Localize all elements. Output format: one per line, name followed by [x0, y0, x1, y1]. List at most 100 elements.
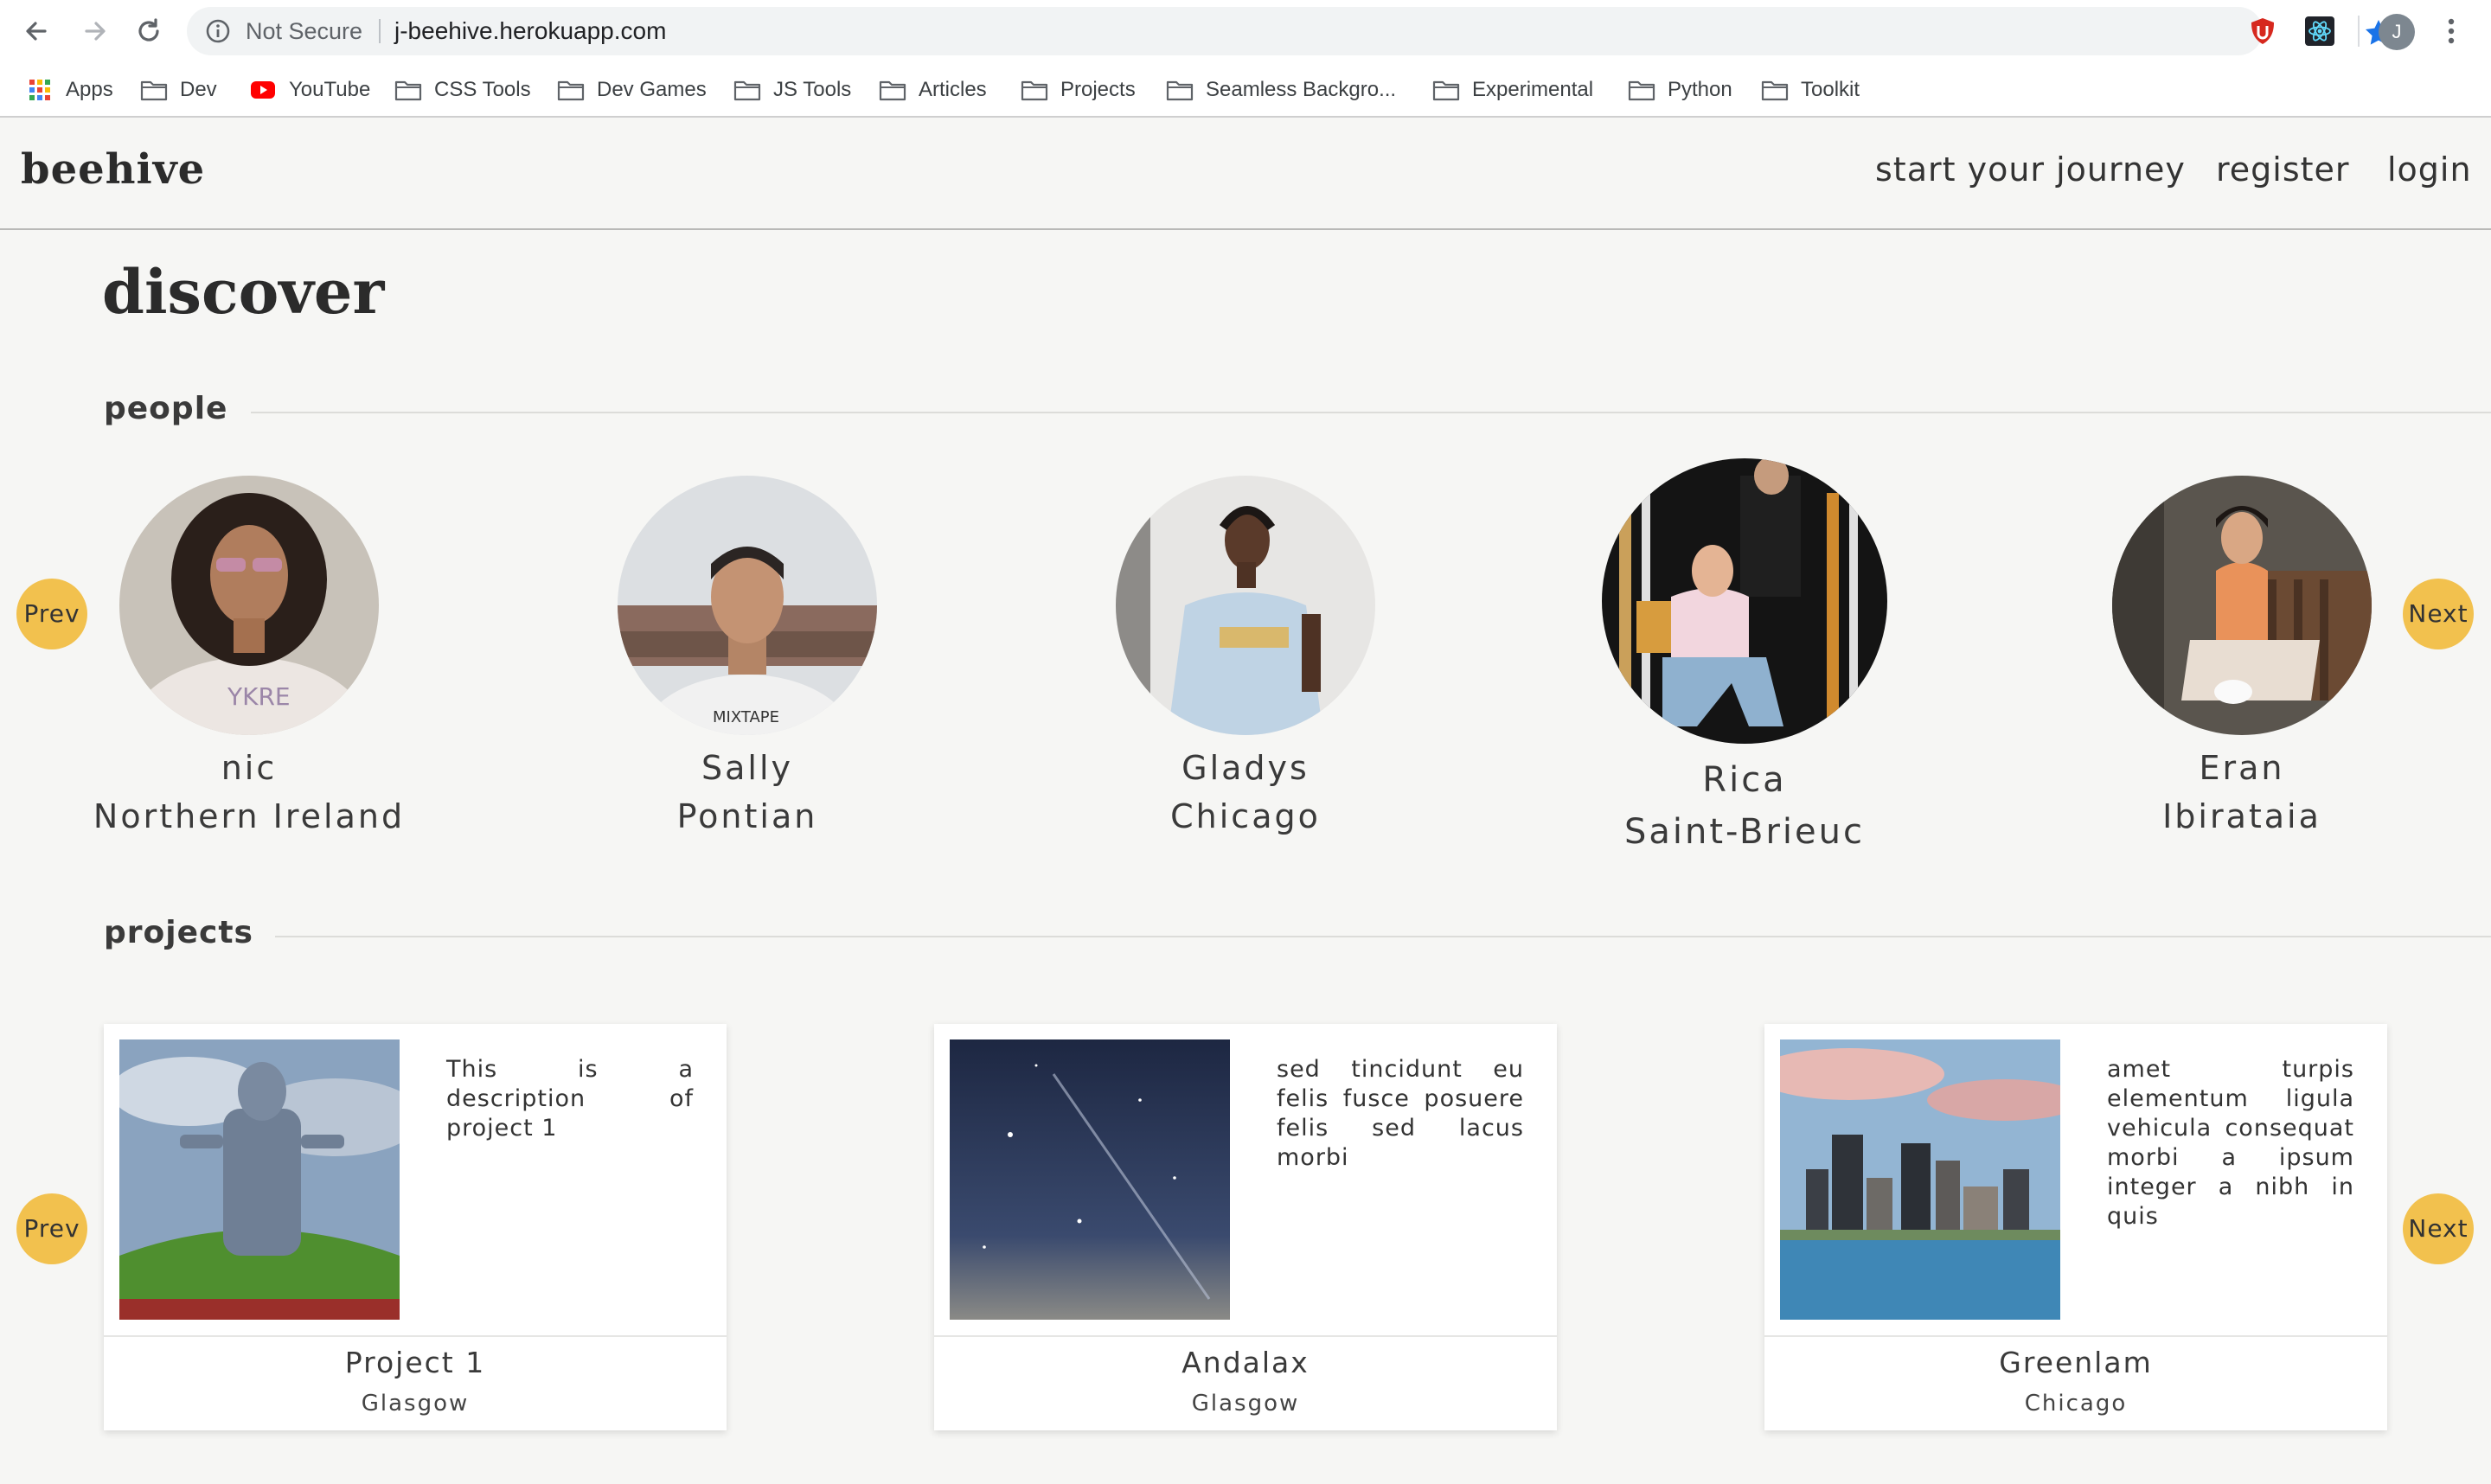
project-card[interactable]: sed tincidunt eu felis fusce posuere fel… — [934, 1024, 1557, 1430]
person-avatar[interactable] — [2112, 476, 2372, 735]
person-card[interactable]: YKRE nic Northern Ireland — [93, 476, 402, 865]
browser-toolbar: Not Secure j-beehive.herokuapp.com J — [0, 0, 2491, 62]
browser-chrome: Not Secure j-beehive.herokuapp.com J App… — [0, 0, 2491, 118]
bookmark-item[interactable]: Apps — [26, 66, 113, 114]
project-image[interactable] — [119, 1039, 400, 1320]
forward-button[interactable] — [78, 14, 112, 48]
bookmark-label: JS Tools — [773, 78, 852, 101]
site-logo[interactable]: beehive — [21, 145, 205, 194]
folder-icon — [879, 80, 906, 101]
person-name: nic — [221, 749, 278, 787]
folder-icon — [1166, 80, 1194, 101]
bookmark-label: CSS Tools — [434, 78, 531, 101]
person-card[interactable]: Rica Saint-Brieuc — [1602, 458, 1887, 865]
site-header: beehive start your journey register logi… — [0, 119, 2491, 230]
bookmark-label: Python — [1668, 78, 1732, 101]
person-name: Gladys — [1181, 749, 1310, 787]
people-next-button[interactable]: Next — [2403, 579, 2474, 649]
person-photo — [1116, 476, 1375, 735]
card-divider — [934, 1335, 1557, 1337]
person-photo: YKRE — [119, 476, 379, 735]
project-description: amet turpis elementum ligula vehicula co… — [2107, 1056, 2354, 1230]
page-title: discover — [102, 256, 385, 328]
folder-icon — [1761, 80, 1789, 101]
person-card[interactable]: MIXTAPE Sally Pontian — [618, 476, 877, 865]
project-image[interactable] — [1780, 1039, 2060, 1320]
project-name[interactable]: Project 1 — [104, 1346, 727, 1379]
person-location: Pontian — [676, 797, 818, 835]
bookmark-item[interactable]: Seamless Backgro... — [1166, 66, 1396, 114]
person-card[interactable]: Eran Ibirataia — [2112, 476, 2372, 865]
svg-text:MIXTAPE: MIXTAPE — [713, 708, 779, 726]
toolbar-separator — [2358, 16, 2360, 47]
person-name: Eran — [2199, 749, 2285, 787]
person-photo: MIXTAPE — [618, 476, 877, 735]
project-location: Glasgow — [1191, 1391, 1300, 1417]
person-avatar[interactable] — [1602, 458, 1887, 744]
statue-photo — [119, 1039, 400, 1320]
folder-icon — [557, 80, 585, 101]
bookmark-label: Dev — [180, 78, 217, 101]
person-avatar[interactable]: YKRE — [119, 476, 379, 735]
more-menu-icon[interactable] — [2444, 14, 2458, 48]
youtube-icon — [251, 81, 275, 99]
card-divider — [1764, 1335, 2387, 1337]
security-label: Not Secure — [246, 18, 363, 44]
bookmark-item[interactable]: Toolkit — [1761, 66, 1860, 114]
bookmark-item[interactable]: Experimental — [1432, 66, 1593, 114]
project-name[interactable]: Greenlam — [1764, 1346, 2387, 1379]
people-section-divider — [251, 412, 2491, 413]
person-location: Saint-Brieuc — [1623, 812, 1865, 852]
person-location: Northern Ireland — [93, 797, 406, 835]
person-photo — [2112, 476, 2372, 735]
night-sky-photo — [950, 1039, 1230, 1320]
project-description: sed tincidunt eu felis fusce posuere fel… — [1277, 1056, 1524, 1171]
person-name: Rica — [1702, 760, 1787, 800]
person-card[interactable]: Gladys Chicago — [1116, 476, 1375, 865]
project-card[interactable]: amet turpis elementum ligula vehicula co… — [1764, 1024, 2387, 1430]
folder-icon — [394, 80, 422, 101]
back-button[interactable] — [19, 14, 54, 48]
people-prev-button[interactable]: Prev — [16, 579, 87, 649]
bookmark-item[interactable]: Articles — [879, 66, 987, 114]
bookmark-item[interactable]: Dev Games — [557, 66, 707, 114]
person-location: Ibirataia — [2162, 797, 2321, 835]
bookmark-label: Apps — [66, 78, 113, 101]
person-name: Sally — [701, 749, 793, 787]
bookmark-item[interactable]: JS Tools — [733, 66, 851, 114]
project-location: Glasgow — [361, 1391, 470, 1417]
folder-icon — [1021, 80, 1048, 101]
nav-start-your-journey[interactable]: start your journey — [1875, 150, 2186, 189]
folder-icon — [1432, 80, 1460, 101]
bookmark-item[interactable]: Projects — [1021, 66, 1136, 114]
reload-button[interactable] — [131, 14, 166, 48]
bookmark-label: Dev Games — [597, 78, 707, 101]
bookmark-item[interactable]: CSS Tools — [394, 66, 531, 114]
projects-next-button[interactable]: Next — [2403, 1193, 2474, 1264]
url-text[interactable]: j-beehive.herokuapp.com — [394, 7, 666, 55]
bookmark-label: YouTube — [289, 78, 371, 101]
person-photo — [1602, 458, 1887, 744]
project-image[interactable] — [950, 1039, 1230, 1320]
person-avatar[interactable]: MIXTAPE — [618, 476, 877, 735]
react-devtools-extension-icon[interactable] — [2304, 16, 2335, 47]
bookmark-label: Projects — [1060, 78, 1136, 101]
city-skyline-photo — [1780, 1039, 2060, 1320]
bookmark-item[interactable]: Python — [1628, 66, 1732, 114]
folder-icon — [140, 80, 168, 101]
svg-text:YKRE: YKRE — [227, 682, 291, 711]
ublock-extension-icon[interactable] — [2247, 16, 2278, 47]
bookmarks-bar: Apps Dev YouTube CSS Tools Dev Games JS Tools… — [0, 66, 2491, 114]
project-name[interactable]: Andalax — [934, 1346, 1557, 1379]
info-icon[interactable] — [204, 17, 232, 45]
project-card[interactable]: This is a description of project 1 Proje… — [104, 1024, 727, 1430]
projects-prev-button[interactable]: Prev — [16, 1193, 87, 1264]
address-bar[interactable]: Not Secure j-beehive.herokuapp.com — [187, 7, 2392, 55]
bookmark-item[interactable]: YouTube — [249, 66, 370, 114]
profile-avatar[interactable]: J — [2379, 14, 2415, 50]
nav-register[interactable]: register — [2216, 150, 2350, 189]
omnibox-separator — [379, 19, 381, 43]
nav-login[interactable]: login — [2387, 150, 2472, 189]
person-avatar[interactable] — [1116, 476, 1375, 735]
bookmark-item[interactable]: Dev — [140, 66, 217, 114]
